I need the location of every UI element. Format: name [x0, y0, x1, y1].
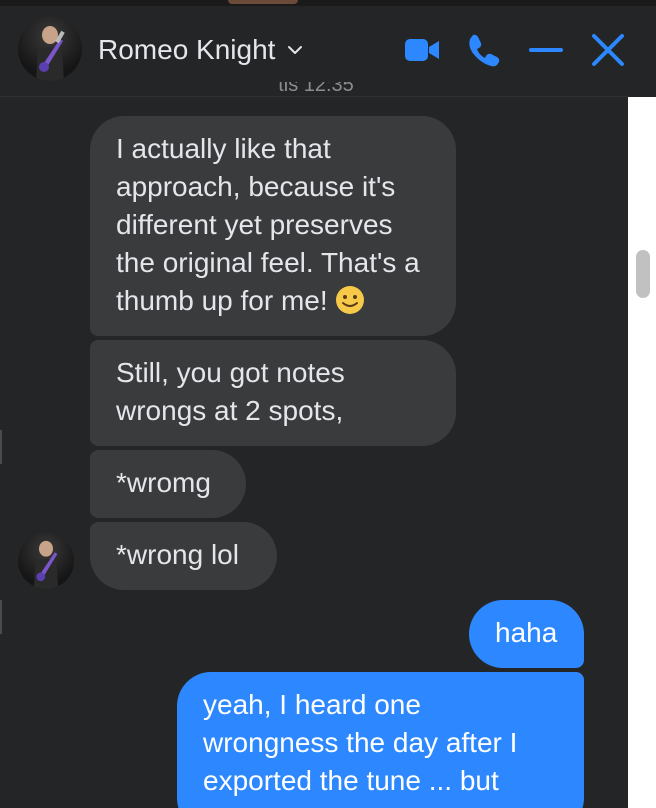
scrollbar-thumb[interactable]	[636, 250, 650, 298]
message-text: I actually like that approach, because i…	[116, 133, 420, 316]
background-peek	[228, 0, 298, 4]
message-text: *wrong lol	[116, 539, 239, 570]
slightly-smiling-face-icon	[336, 286, 365, 314]
message-timestamp: tis 12:35	[270, 82, 362, 106]
contact-avatar[interactable]	[18, 17, 82, 81]
incoming-message[interactable]: *wromg	[90, 450, 246, 518]
sender-avatar[interactable]	[18, 533, 74, 589]
outgoing-message[interactable]: yeah, I heard one wrongness the day afte…	[177, 672, 584, 808]
outgoing-message[interactable]: haha	[469, 600, 584, 668]
phone-icon[interactable]	[464, 30, 504, 70]
message-text: *wromg	[116, 467, 211, 498]
edge-marker	[0, 600, 2, 634]
incoming-message[interactable]: *wrong lol	[90, 522, 277, 590]
minimize-icon[interactable]	[526, 30, 566, 70]
message-text: Still, you got notes wrongs at 2 spots,	[116, 357, 345, 426]
close-icon[interactable]	[588, 30, 628, 70]
contact-title[interactable]: Romeo Knight	[98, 34, 305, 66]
contact-name: Romeo Knight	[98, 34, 276, 65]
message-text: yeah, I heard one wrongness the day afte…	[203, 689, 518, 796]
timestamp-text: tis 12:35	[278, 82, 354, 96]
incoming-message[interactable]: Still, you got notes wrongs at 2 spots,	[90, 340, 456, 446]
chevron-down-icon	[288, 46, 303, 54]
video-camera-icon[interactable]	[402, 30, 442, 70]
message-text: haha	[495, 617, 558, 648]
incoming-message[interactable]: I actually like that approach, because i…	[90, 116, 456, 336]
chat-window: Romeo Knight tis 12:35 I actually like t…	[0, 0, 656, 808]
edge-marker	[0, 430, 2, 464]
scrollbar-track[interactable]	[628, 97, 656, 808]
